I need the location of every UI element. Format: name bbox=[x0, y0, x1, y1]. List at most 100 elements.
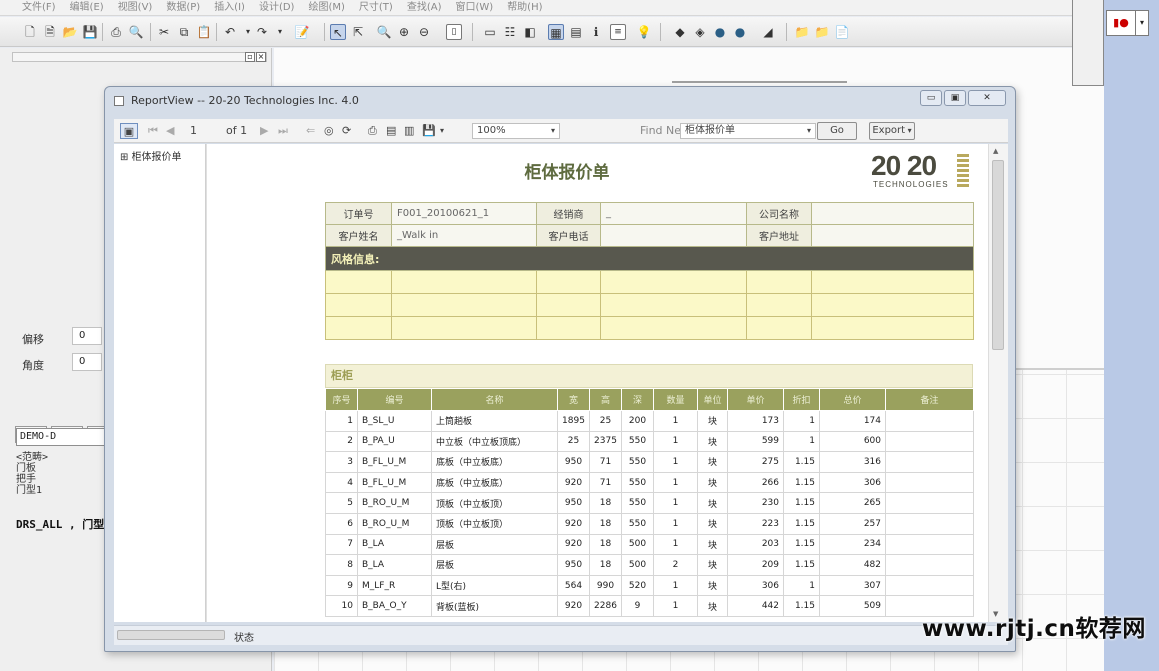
page-icon[interactable]: ▯ bbox=[446, 24, 462, 40]
lightbulb-icon[interactable]: 💡 bbox=[636, 24, 652, 40]
print-layout-icon[interactable]: ▤ bbox=[386, 123, 396, 139]
minimize-icon[interactable]: ▭ bbox=[920, 90, 942, 106]
open-folder-icon[interactable]: 📂 bbox=[62, 24, 78, 40]
sphere-icon[interactable]: ● bbox=[712, 24, 728, 40]
table-cell: 200 bbox=[621, 410, 654, 432]
select-arrow-icon[interactable]: ↖ bbox=[330, 24, 346, 40]
cut-icon[interactable]: ✂ bbox=[156, 24, 172, 40]
new-file-icon[interactable]: 🗋 bbox=[22, 24, 38, 40]
catalog-combo[interactable]: DEMO-D bbox=[16, 428, 106, 446]
maximize-icon[interactable]: ▣ bbox=[944, 90, 966, 106]
save-dropdown-icon[interactable]: ▾ bbox=[440, 123, 444, 139]
angle-field[interactable]: 0 bbox=[72, 353, 102, 371]
list-item[interactable]: <范畴> bbox=[16, 452, 106, 463]
table-row: 4 B_FL_U_M 底板（中立板底） 920 71 550 1 块 266 1.15 306 bbox=[325, 471, 974, 494]
info-icon[interactable]: ℹ bbox=[588, 24, 604, 40]
view-3d-icon[interactable]: ◆ bbox=[672, 24, 688, 40]
menu-edit[interactable]: 编辑(E) bbox=[70, 0, 104, 15]
table-cell: 234 bbox=[819, 533, 886, 556]
list-item[interactable]: 把手 bbox=[16, 474, 106, 485]
folder-green-icon[interactable]: 📁 bbox=[794, 24, 810, 40]
folder-add-icon[interactable]: 📁 bbox=[814, 24, 830, 40]
panel-close-icon[interactable]: × bbox=[256, 52, 266, 62]
properties-icon[interactable]: 📝 bbox=[294, 24, 310, 40]
column-header: 名称 bbox=[431, 388, 558, 411]
redo-icon[interactable]: ↷ bbox=[254, 24, 270, 40]
sphere-shade-icon[interactable]: ● bbox=[732, 24, 748, 40]
list-item[interactable]: 门型1 bbox=[16, 485, 106, 496]
scrollbar-thumb[interactable] bbox=[992, 160, 1004, 350]
page-count: of 1 bbox=[226, 124, 248, 137]
save-icon[interactable]: 💾 bbox=[82, 24, 98, 40]
table-row: 3 B_FL_U_M 底板（中立板底） 950 71 550 1 块 275 1.15 316 bbox=[325, 451, 974, 473]
record-dropdown-icon[interactable]: ▾ bbox=[1136, 10, 1149, 36]
print-icon[interactable]: ⎙ bbox=[108, 24, 124, 40]
current-page-field[interactable]: 1 bbox=[190, 123, 197, 139]
first-page-icon[interactable]: ⏮ bbox=[148, 123, 158, 139]
select-multi-icon[interactable]: ⇱ bbox=[350, 24, 366, 40]
back-icon[interactable]: ⇐ bbox=[306, 123, 315, 139]
window-titlebar[interactable]: ReportView -- 20-20 Technologies Inc. 4.… bbox=[105, 87, 1015, 115]
menu-window[interactable]: 窗口(W) bbox=[455, 0, 493, 15]
document-map-node[interactable]: ⊞ 柜体报价单 bbox=[120, 148, 182, 163]
window-icon[interactable]: ▭ bbox=[482, 24, 498, 40]
paste-icon[interactable]: 📋 bbox=[196, 24, 212, 40]
menu-help[interactable]: 帮助(H) bbox=[507, 0, 542, 15]
go-button[interactable]: Go bbox=[817, 122, 857, 140]
table-cell: 1 bbox=[653, 451, 698, 473]
zoom-icon[interactable]: 🔍 bbox=[376, 24, 392, 40]
list-icon[interactable]: ≡ bbox=[610, 24, 626, 40]
report-icon[interactable]: 📄 bbox=[834, 24, 850, 40]
last-page-icon[interactable]: ⏭ bbox=[278, 123, 288, 139]
copy-icon[interactable]: ⧉ bbox=[176, 24, 192, 40]
find-label[interactable]: Find bbox=[640, 123, 663, 139]
refresh-icon[interactable]: ⟳ bbox=[342, 123, 351, 139]
menu-file[interactable]: 文件(F) bbox=[22, 0, 56, 15]
zoom-in-icon[interactable]: ⊕ bbox=[396, 24, 412, 40]
menu-view[interactable]: 视图(V) bbox=[118, 0, 153, 15]
print-icon[interactable]: ⎙ bbox=[368, 123, 377, 139]
document-map-icon[interactable]: ▣ bbox=[120, 123, 138, 139]
search-input[interactable]: 柜体报价单 ▾ bbox=[680, 123, 816, 139]
horizontal-scrollbar[interactable] bbox=[117, 630, 225, 640]
panel-pin-icon[interactable]: ▫ bbox=[245, 52, 255, 62]
redo-dropdown-icon[interactable]: ▾ bbox=[272, 24, 288, 40]
table-row bbox=[325, 270, 974, 294]
render-icon[interactable]: ◈ bbox=[692, 24, 708, 40]
menu-design[interactable]: 设计(D) bbox=[259, 0, 295, 15]
menu-insert[interactable]: 插入(I) bbox=[214, 0, 245, 15]
export-button[interactable]: Export ▾ bbox=[869, 122, 915, 140]
panel-icon[interactable]: ◧ bbox=[522, 24, 538, 40]
new-template-icon[interactable]: 🗎 bbox=[42, 24, 58, 40]
page-setup-icon[interactable]: ▥ bbox=[404, 123, 414, 139]
scroll-up-icon[interactable]: ▲ bbox=[993, 147, 998, 155]
company-value bbox=[811, 202, 974, 225]
next-page-icon[interactable]: ▶ bbox=[260, 123, 268, 139]
previous-page-icon[interactable]: ◀ bbox=[166, 123, 174, 139]
vertical-scrollbar[interactable]: ▲ ▼ bbox=[988, 144, 1008, 622]
export-save-icon[interactable]: 💾 bbox=[422, 123, 436, 139]
table-cell: 950 bbox=[557, 492, 590, 514]
zoom-out-icon[interactable]: ⊖ bbox=[416, 24, 432, 40]
customer-value: _Walk in bbox=[391, 224, 537, 247]
menu-data[interactable]: 数据(P) bbox=[166, 0, 200, 15]
menu-find[interactable]: 查找(A) bbox=[407, 0, 442, 15]
command-line[interactable]: DRS_ALL , 门型 bbox=[16, 516, 104, 532]
close-icon[interactable]: ✕ bbox=[968, 90, 1006, 106]
offset-field[interactable]: 0 bbox=[72, 327, 102, 345]
menu-dimension[interactable]: 尺寸(T) bbox=[359, 0, 393, 15]
table-cell: 509 bbox=[819, 595, 886, 617]
menu-draw[interactable]: 绘图(M) bbox=[308, 0, 344, 15]
record-icon[interactable]: ▮● bbox=[1106, 10, 1136, 36]
list-item[interactable]: 门板 bbox=[16, 463, 106, 474]
zoom-select[interactable]: 100% ▾ bbox=[472, 123, 560, 139]
elevation-icon[interactable]: ▤ bbox=[568, 24, 584, 40]
next-label[interactable]: Ne bbox=[666, 123, 681, 139]
expand-icon[interactable]: ⊞ bbox=[120, 152, 132, 163]
print-preview-icon[interactable]: 🔍 bbox=[128, 24, 144, 40]
plan-view-icon[interactable]: ▦ bbox=[548, 24, 564, 40]
undo-icon[interactable]: ↶ bbox=[222, 24, 238, 40]
camera-icon[interactable]: ◢ bbox=[760, 24, 776, 40]
tile-icon[interactable]: ☷ bbox=[502, 24, 518, 40]
stop-icon[interactable]: ◎ bbox=[324, 123, 334, 139]
